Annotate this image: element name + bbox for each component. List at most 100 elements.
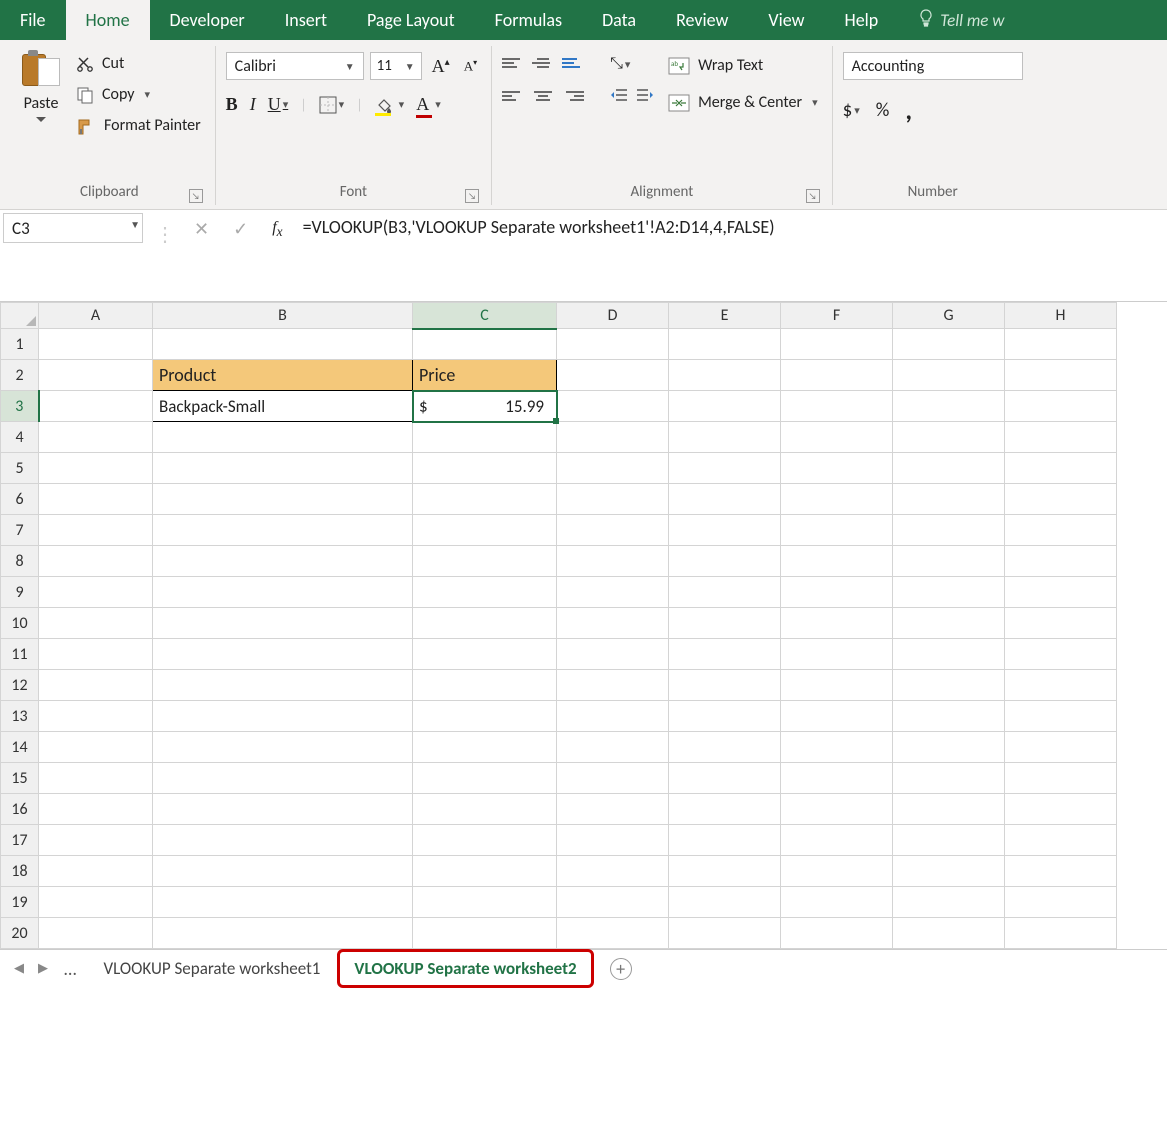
fx-icon[interactable]: fx [272,218,282,240]
tab-page-layout[interactable]: Page Layout [347,0,475,40]
row-header[interactable]: 17 [1,825,39,856]
align-top-button[interactable] [502,54,524,72]
col-header-e[interactable]: E [669,303,781,329]
row-header[interactable]: 18 [1,856,39,887]
row-header[interactable]: 20 [1,918,39,949]
tab-developer[interactable]: Developer [150,0,265,40]
col-header-h[interactable]: H [1005,303,1117,329]
paste-icon [22,50,60,92]
group-clipboard: Paste Cut Copy ▾ Format Painter [4,46,216,205]
cell-c2[interactable]: Price [413,360,557,391]
decrease-indent-button[interactable] [610,87,628,107]
row-header[interactable]: 1 [1,329,39,360]
row-header[interactable]: 6 [1,484,39,515]
tab-insert[interactable]: Insert [265,0,347,40]
paste-button[interactable]: Paste [14,46,68,179]
col-header-a[interactable]: A [39,303,153,329]
ribbon: Paste Cut Copy ▾ Format Painter [0,40,1167,210]
tab-review[interactable]: Review [656,0,748,40]
row-header[interactable]: 2 [1,360,39,391]
row-header[interactable]: 4 [1,422,39,453]
align-bottom-button[interactable] [562,54,584,72]
bold-button[interactable]: B [226,94,238,115]
row-header[interactable]: 19 [1,887,39,918]
divider: ⋮ [146,210,184,301]
sheet-nav-more[interactable]: … [56,958,86,980]
tab-file[interactable]: File [0,0,66,40]
cell-c3-selected[interactable]: $15.99 [413,391,557,422]
row-header[interactable]: 7 [1,515,39,546]
borders-button[interactable]: ▾ [319,96,345,114]
name-box[interactable]: C3 ▼ [3,213,143,243]
percent-format-button[interactable]: % [876,99,890,122]
col-header-c[interactable]: C [413,303,557,329]
formula-input[interactable]: =VLOOKUP(B3,'VLOOKUP Separate worksheet1… [293,210,1167,301]
fill-color-button[interactable]: ▾ [375,97,405,113]
row-header[interactable]: 3 [1,391,39,422]
row-header[interactable]: 14 [1,732,39,763]
comma-format-button[interactable]: , [905,94,912,126]
font-color-button[interactable]: A▾ [416,94,441,115]
accounting-format-button[interactable]: $▾ [843,99,860,122]
wrap-text-button[interactable]: ab Wrap Text [664,54,822,77]
sheet-nav-next[interactable]: ▶ [32,961,54,976]
merge-icon [668,94,690,112]
align-right-button[interactable] [562,87,584,105]
merge-center-button[interactable]: Merge & Center ▾ [664,91,822,114]
row-header[interactable]: 11 [1,639,39,670]
chevron-down-icon: ▾ [625,58,631,71]
row-header[interactable]: 12 [1,670,39,701]
col-header-g[interactable]: G [893,303,1005,329]
cell-b2[interactable]: Product [153,360,413,391]
tab-view[interactable]: View [748,0,824,40]
enter-formula-button: ✓ [233,218,248,240]
row-header[interactable]: 13 [1,701,39,732]
sheet-tab-2-active[interactable]: VLOOKUP Separate worksheet2 [337,949,593,988]
increase-font-button[interactable]: A▴ [428,56,454,77]
align-middle-button[interactable] [532,54,554,72]
col-header-f[interactable]: F [781,303,893,329]
svg-text:ab: ab [671,59,678,68]
row-header[interactable]: 15 [1,763,39,794]
dialog-launcher-icon[interactable]: ↘ [806,189,820,203]
font-size-dropdown[interactable]: 11▼ [370,52,422,80]
row-header[interactable]: 16 [1,794,39,825]
row-header[interactable]: 9 [1,577,39,608]
row-header[interactable]: 10 [1,608,39,639]
ribbon-tabs: File Home Developer Insert Page Layout F… [0,0,1167,40]
format-painter-button[interactable]: Format Painter [76,116,201,135]
tab-data[interactable]: Data [582,0,656,40]
chevron-down-icon: ▾ [854,104,860,117]
row-header[interactable]: 5 [1,453,39,484]
italic-button[interactable]: I [250,94,256,115]
col-header-b[interactable]: B [153,303,413,329]
new-sheet-button[interactable]: + [610,958,632,980]
dialog-launcher-icon[interactable]: ↘ [465,189,479,203]
font-name-dropdown[interactable]: Calibri▼ [226,52,364,80]
cut-button[interactable]: Cut [76,54,201,73]
cut-label: Cut [102,54,124,73]
decrease-font-button[interactable]: A▾ [460,58,481,74]
dialog-launcher-icon[interactable]: ↘ [189,189,203,203]
group-label-number: Number [843,179,1023,205]
worksheet-grid[interactable]: A B C D E F G H 1 2 Product Price 3 Back… [0,302,1167,949]
align-center-button[interactable] [532,87,554,105]
orientation-button[interactable]: ⤡▾ [610,54,630,73]
number-format-dropdown[interactable]: Accounting [843,52,1023,80]
copy-icon [76,86,94,104]
tab-formulas[interactable]: Formulas [475,0,582,40]
row-header[interactable]: 8 [1,546,39,577]
tab-help[interactable]: Help [824,0,898,40]
sheet-nav-prev[interactable]: ◀ [8,961,30,976]
copy-button[interactable]: Copy ▾ [76,85,201,104]
underline-button[interactable]: U▾ [268,94,289,115]
align-left-button[interactable] [502,87,524,105]
col-header-d[interactable]: D [557,303,669,329]
select-all-button[interactable] [1,303,39,329]
tab-home[interactable]: Home [66,0,150,40]
fill-handle[interactable] [553,418,559,424]
sheet-tab-1[interactable]: VLOOKUP Separate worksheet1 [88,951,335,986]
tell-me-search[interactable]: Tell me w [898,0,1024,40]
cell-b3[interactable]: Backpack-Small [153,391,413,422]
increase-indent-button[interactable] [636,87,654,107]
